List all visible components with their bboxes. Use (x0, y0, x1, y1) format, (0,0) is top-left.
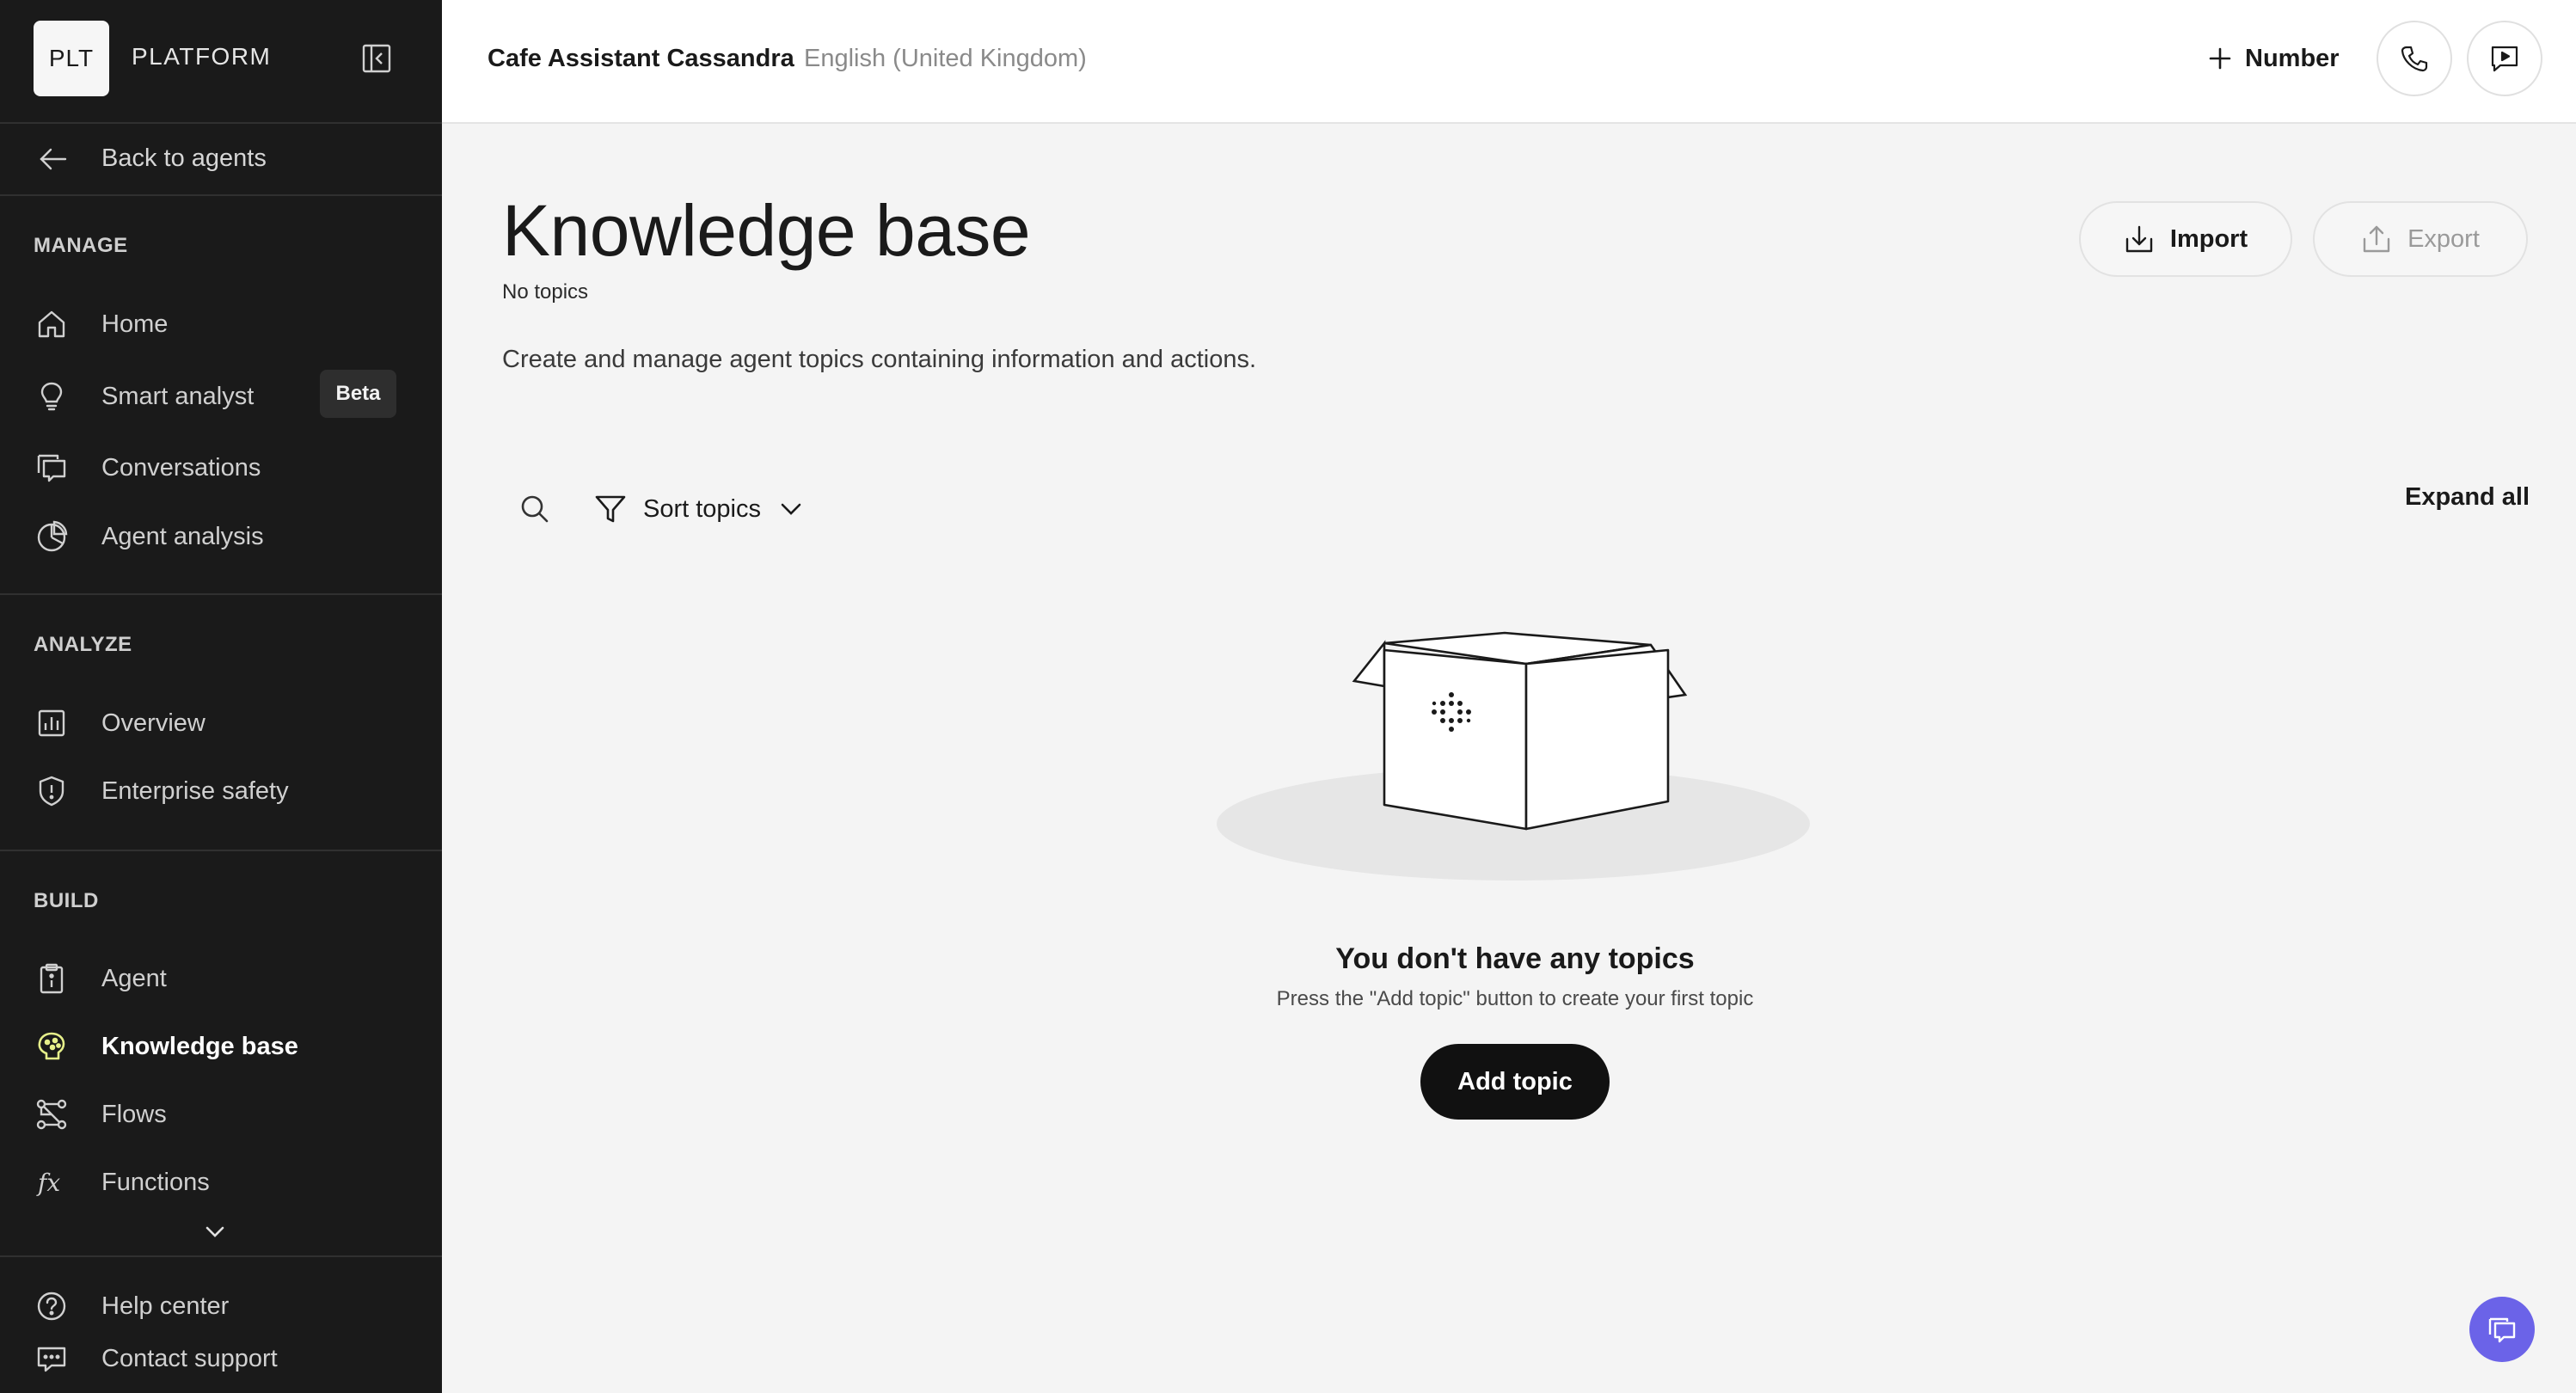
sidebar-item-contact-support[interactable]: Contact support (0, 1329, 442, 1388)
search-topics-button[interactable] (518, 492, 552, 526)
sidebar-item-agent-analysis[interactable]: Agent analysis (0, 507, 442, 566)
export-button[interactable]: Export (2313, 201, 2528, 277)
home-icon (38, 310, 65, 338)
section-title-build: BUILD (34, 889, 99, 912)
brand-header: PLT PLATFORM (0, 0, 442, 120)
shield-icon (39, 776, 64, 807)
function-icon: fx (36, 1169, 60, 1197)
sidebar-item-label: Enterprise safety (101, 777, 289, 805)
show-more-button[interactable] (199, 1219, 230, 1245)
sidebar-item-label: Help center (101, 1292, 230, 1320)
help-icon (37, 1292, 66, 1321)
search-icon (521, 495, 549, 523)
sidebar-collapse-icon (362, 44, 391, 73)
sidebar-item-label: Agent (101, 965, 167, 992)
import-label: Import (2169, 224, 2248, 253)
expand-all-button[interactable]: Expand all (2405, 483, 2530, 512)
sidebar-item-smart-analyst[interactable]: Smart analyst Beta (0, 367, 442, 426)
sidebar-item-functions[interactable]: fx Functions (0, 1153, 442, 1212)
section-title-analyze: ANALYZE (34, 633, 132, 656)
sidebar-divider (0, 122, 442, 124)
svg-text:fx: fx (36, 1169, 60, 1197)
sidebar-item-label: Knowledge base (101, 1033, 298, 1060)
beta-badge: Beta (320, 370, 396, 418)
sidebar-item-flows[interactable]: Flows (0, 1085, 442, 1144)
sidebar-item-knowledge-base[interactable]: Knowledge base (0, 1017, 442, 1076)
sidebar-item-home[interactable]: Home (0, 295, 442, 353)
pie-chart-icon (37, 520, 68, 552)
clipboard-icon (40, 963, 64, 994)
chat-bubbles-icon (2488, 1317, 2516, 1343)
chevron-down-icon (205, 1226, 224, 1237)
sidebar: PLT PLATFORM Back to agents MANAGE Home (0, 0, 442, 1393)
back-to-agents-link[interactable]: Back to agents (0, 129, 442, 189)
sidebar-item-help-center[interactable]: Help center (0, 1277, 442, 1335)
sidebar-item-label: Overview (101, 709, 205, 737)
page-description: Create and manage agent topics containin… (502, 346, 1257, 373)
add-number-label: Number (2245, 44, 2340, 72)
sidebar-divider (0, 850, 442, 851)
import-button[interactable]: Import (2079, 201, 2292, 277)
sidebar-item-enterprise-safety[interactable]: Enterprise safety (0, 762, 442, 820)
add-topic-button[interactable]: Add topic (1420, 1044, 1610, 1120)
sidebar-item-label: Home (101, 310, 169, 338)
test-chat-button[interactable] (2467, 21, 2542, 96)
brand-name: PLATFORM (132, 43, 272, 70)
arrow-left-icon (40, 148, 67, 170)
filter-icon (595, 495, 626, 523)
sidebar-item-agent[interactable]: Agent (0, 949, 442, 1008)
topic-count: No topics (502, 280, 589, 304)
import-icon (2125, 225, 2153, 253)
sidebar-item-overview[interactable]: Overview (0, 694, 442, 752)
top-bar: Cafe Assistant Cassandra English (United… (442, 0, 2576, 124)
sort-topics-dropdown[interactable]: Sort topics (593, 488, 806, 530)
bar-chart-icon (38, 709, 65, 737)
sidebar-item-label: Agent analysis (101, 523, 264, 550)
export-label: Export (2407, 224, 2480, 253)
sort-topics-label: Sort topics (643, 494, 761, 523)
sidebar-divider (0, 194, 442, 196)
lightbulb-icon (40, 382, 63, 411)
export-icon (2363, 225, 2390, 253)
empty-state-title: You don't have any topics (1335, 942, 1695, 975)
sidebar-item-label: Smart analyst (101, 383, 255, 410)
sidebar-item-label: Functions (101, 1169, 210, 1196)
phone-icon (2401, 46, 2428, 72)
add-number-button[interactable]: Number (2207, 34, 2340, 83)
empty-box-illustration (1217, 631, 1810, 881)
call-button[interactable] (2377, 21, 2452, 96)
sidebar-item-label: Flows (101, 1101, 167, 1128)
chat-play-icon (2491, 46, 2518, 72)
sidebar-divider (0, 1255, 442, 1257)
empty-state-subtitle: Press the "Add topic" button to create y… (1276, 987, 1754, 1010)
collapse-sidebar-button[interactable] (361, 43, 392, 74)
chevron-down-icon (781, 503, 801, 515)
back-to-agents-label: Back to agents (101, 144, 267, 172)
sidebar-item-label: Conversations (101, 454, 261, 482)
support-chat-button[interactable] (2469, 1297, 2535, 1362)
support-chat-icon (37, 1347, 66, 1372)
flows-icon (36, 1099, 67, 1130)
conversations-icon (37, 454, 66, 482)
plus-icon (2209, 47, 2231, 70)
sidebar-divider (0, 593, 442, 595)
brain-icon (38, 1032, 65, 1060)
agent-language: English (United Kingdom) (804, 45, 1087, 72)
sidebar-item-conversations[interactable]: Conversations (0, 439, 442, 497)
logo[interactable]: PLT (34, 21, 109, 96)
agent-name: Cafe Assistant Cassandra (488, 45, 794, 72)
page-title: Knowledge base (502, 190, 1031, 271)
section-title-manage: MANAGE (34, 234, 128, 257)
sidebar-item-label: Contact support (101, 1345, 278, 1372)
